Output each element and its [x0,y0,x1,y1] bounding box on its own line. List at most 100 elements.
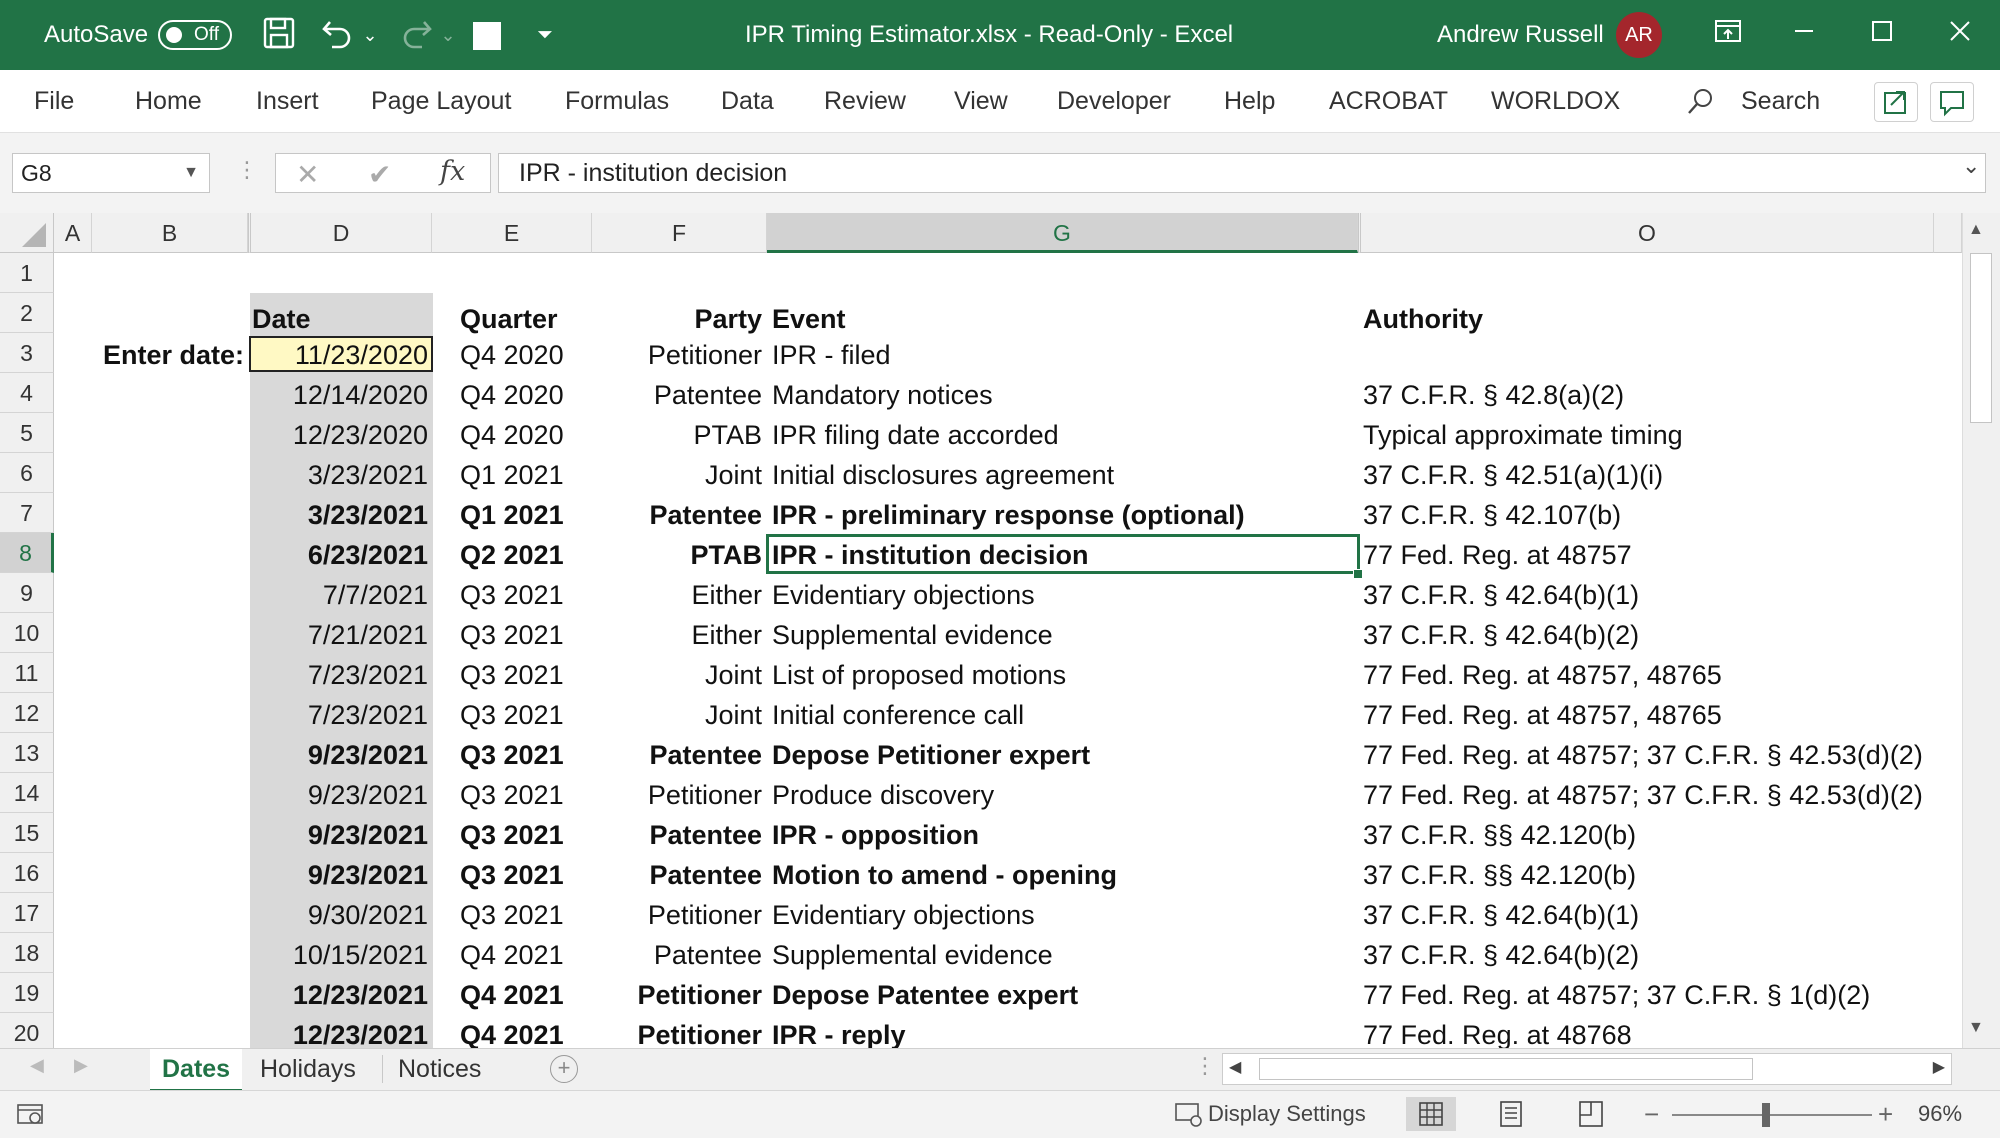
cell-party[interactable]: Patentee [592,735,762,775]
row-header[interactable]: 10 [0,613,54,653]
zoom-in-icon[interactable]: + [1878,1091,1893,1137]
tab-split-handle-icon[interactable]: ⋮ [1194,1053,1216,1079]
row-header[interactable]: 7 [0,493,54,533]
row-header[interactable]: 12 [0,693,54,733]
macro-record-icon[interactable] [16,1103,46,1132]
header-authority[interactable]: Authority [1363,299,1933,339]
cell-date[interactable]: 3/23/2021 [252,495,428,535]
cell-authority[interactable]: 37 C.F.R. § 42.8(a)(2) [1363,375,1933,415]
cell-date[interactable]: 9/23/2021 [252,815,428,855]
cell-event[interactable]: IPR - reply [772,1015,1352,1048]
header-party[interactable]: Party [592,299,762,339]
row-header[interactable]: 20 [0,1013,54,1048]
cell-date[interactable]: 7/7/2021 [252,575,428,615]
row-header[interactable]: 5 [0,413,54,453]
cell-date[interactable]: 6/23/2021 [252,535,428,575]
cell-date[interactable]: 12/23/2020 [252,415,428,455]
cell-event[interactable]: Motion to amend - opening [772,855,1352,895]
row-header[interactable]: 18 [0,933,54,973]
column-header-b[interactable]: B [92,213,248,253]
cell-party[interactable]: Either [592,575,762,615]
cell-authority[interactable]: 37 C.F.R. § 42.51(a)(1)(i) [1363,455,1933,495]
cell-authority[interactable]: 37 C.F.R. § 42.64(b)(1) [1363,895,1933,935]
zoom-slider-track[interactable] [1672,1114,1872,1116]
comments-icon[interactable] [1930,82,1974,122]
minimize-icon[interactable] [1784,16,1824,54]
select-all-corner[interactable] [0,213,54,253]
cell-date[interactable]: 12/14/2020 [252,375,428,415]
row-header[interactable]: 16 [0,853,54,893]
formula-input[interactable]: IPR - institution decision [498,153,1986,193]
row-header[interactable]: 13 [0,733,54,773]
cell-authority[interactable]: 77 Fed. Reg. at 48757, 48765 [1363,655,1933,695]
cell-event[interactable]: List of proposed motions [772,655,1352,695]
cell-event[interactable]: Evidentiary objections [772,575,1352,615]
scroll-right-icon[interactable]: ▶ [1933,1057,1945,1077]
row-header[interactable]: 14 [0,773,54,813]
cell-event[interactable]: Depose Patentee expert [772,975,1352,1015]
cell-authority[interactable]: 77 Fed. Reg. at 48757; 37 C.F.R. § 1(d)(… [1363,975,1933,1015]
cell-party[interactable]: Joint [592,655,762,695]
row-header[interactable]: 4 [0,373,54,413]
cell-event[interactable]: Supplemental evidence [772,935,1352,975]
cell-date[interactable]: 9/23/2021 [252,735,428,775]
header-event[interactable]: Event [772,299,1352,339]
cell-party[interactable]: Patentee [592,935,762,975]
cell-party[interactable]: Either [592,615,762,655]
cell-party[interactable]: Petitioner [592,975,762,1015]
ribbon-display-icon[interactable] [1708,16,1748,54]
tab-file[interactable]: File [34,70,74,132]
search-icon[interactable] [1684,86,1716,123]
cancel-icon[interactable]: ✕ [296,158,319,191]
close-icon[interactable] [1940,16,1980,54]
cell-date[interactable]: 9/23/2021 [252,855,428,895]
expand-formula-icon[interactable]: ⌄ [1962,153,1980,179]
zoom-level[interactable]: 96% [1918,1091,1962,1137]
cell-date[interactable]: 12/23/2021 [252,1015,428,1048]
tab-formulas[interactable]: Formulas [565,70,669,132]
cell-authority[interactable]: 37 C.F.R. § 42.64(b)(2) [1363,935,1933,975]
fill-handle[interactable] [1353,569,1363,579]
cell-event[interactable]: Initial disclosures agreement [772,455,1352,495]
row-header[interactable]: 11 [0,653,54,693]
cell-date[interactable]: 11/23/2020 [252,335,428,375]
cell-date[interactable]: 7/21/2021 [252,615,428,655]
undo-dropdown-icon[interactable]: ⌄ [360,16,380,54]
cell-authority[interactable]: 77 Fed. Reg. at 48757; 37 C.F.R. § 42.53… [1363,735,1933,775]
cell-authority[interactable]: 37 C.F.R. §§ 42.120(b) [1363,855,1933,895]
tab-help[interactable]: Help [1224,70,1275,132]
row-header[interactable]: 9 [0,573,54,613]
cell-event[interactable]: Evidentiary objections [772,895,1352,935]
next-sheet-icon[interactable]: ▶ [74,1055,88,1076]
cell-date[interactable]: 7/23/2021 [252,695,428,735]
prev-sheet-icon[interactable]: ◀ [30,1055,44,1076]
row-header[interactable]: 17 [0,893,54,933]
user-name[interactable]: Andrew Russell [1437,0,1604,70]
cell-party[interactable]: Petitioner [592,775,762,815]
worksheet-grid[interactable]: A B D E F G O 1 2 3 4 5 6 7 8 9 10 11 12 13 14 15 16 17 1… [0,213,1962,1048]
cell-authority[interactable]: 77 Fed. Reg. at 48757 [1363,535,1933,575]
share-icon[interactable] [1874,82,1918,122]
cell-authority[interactable]: 77 Fed. Reg. at 48757; 37 C.F.R. § 42.53… [1363,775,1933,815]
cell-party[interactable]: Petitioner [592,895,762,935]
cell-date[interactable]: 7/23/2021 [252,655,428,695]
header-date[interactable]: Date [252,299,432,339]
avatar[interactable]: AR [1616,12,1662,58]
column-header-d[interactable]: D [248,213,432,253]
save-icon[interactable] [260,16,298,54]
cell-party[interactable]: PTAB [592,535,763,575]
cell-party[interactable]: Joint [592,455,762,495]
new-blank-icon[interactable] [473,22,501,50]
vertical-scroll-thumb[interactable] [1970,253,1992,423]
cell-authority[interactable]: 37 C.F.R. §§ 42.120(b) [1363,815,1933,855]
tab-page-layout[interactable]: Page Layout [371,70,511,132]
row-header[interactable]: 15 [0,813,54,853]
chevron-down-icon[interactable]: ▼ [183,154,199,192]
normal-view-icon[interactable] [1406,1097,1456,1131]
cell-authority[interactable]: 37 C.F.R. § 42.107(b) [1363,495,1933,535]
cell-party[interactable]: Patentee [592,855,762,895]
search-label[interactable]: Search [1741,70,1820,132]
row-header[interactable]: 8 [0,533,54,573]
cell-authority[interactable] [1363,335,1933,375]
cell-authority[interactable]: Typical approximate timing [1363,415,1933,455]
